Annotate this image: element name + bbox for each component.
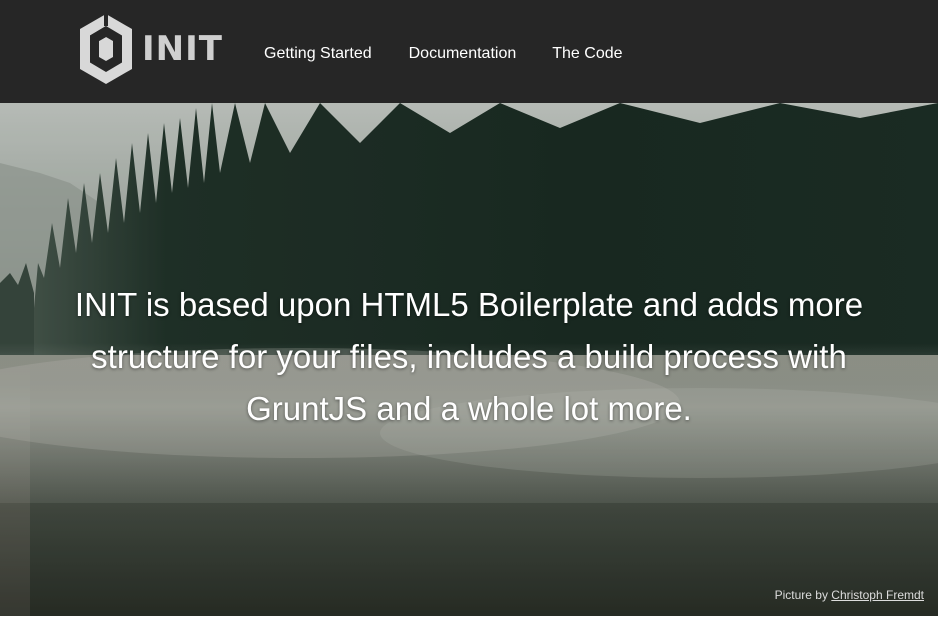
init-hexagon-logo-icon bbox=[80, 14, 132, 84]
photo-credit: Picture by Christoph Fremdt bbox=[775, 588, 924, 602]
nav-documentation[interactable]: Documentation bbox=[409, 44, 517, 64]
page: INIT Getting Started Documentation The C… bbox=[0, 0, 938, 619]
nav-getting-started[interactable]: Getting Started bbox=[264, 44, 372, 64]
hero-headline: INIT is based upon HTML5 Boilerplate and… bbox=[74, 286, 864, 427]
site-header: INIT Getting Started Documentation The C… bbox=[0, 0, 938, 103]
logo-link[interactable]: INIT bbox=[78, 12, 223, 86]
logo-text: INIT bbox=[142, 29, 223, 69]
nav-the-code[interactable]: The Code bbox=[552, 44, 622, 64]
main-nav: Getting Started Documentation The Code bbox=[264, 44, 623, 64]
credit-author-link[interactable]: Christoph Fremdt bbox=[831, 588, 924, 602]
hero-banner: INIT is based upon HTML5 Boilerplate and… bbox=[0, 103, 938, 616]
credit-prefix: Picture by bbox=[774, 588, 828, 602]
